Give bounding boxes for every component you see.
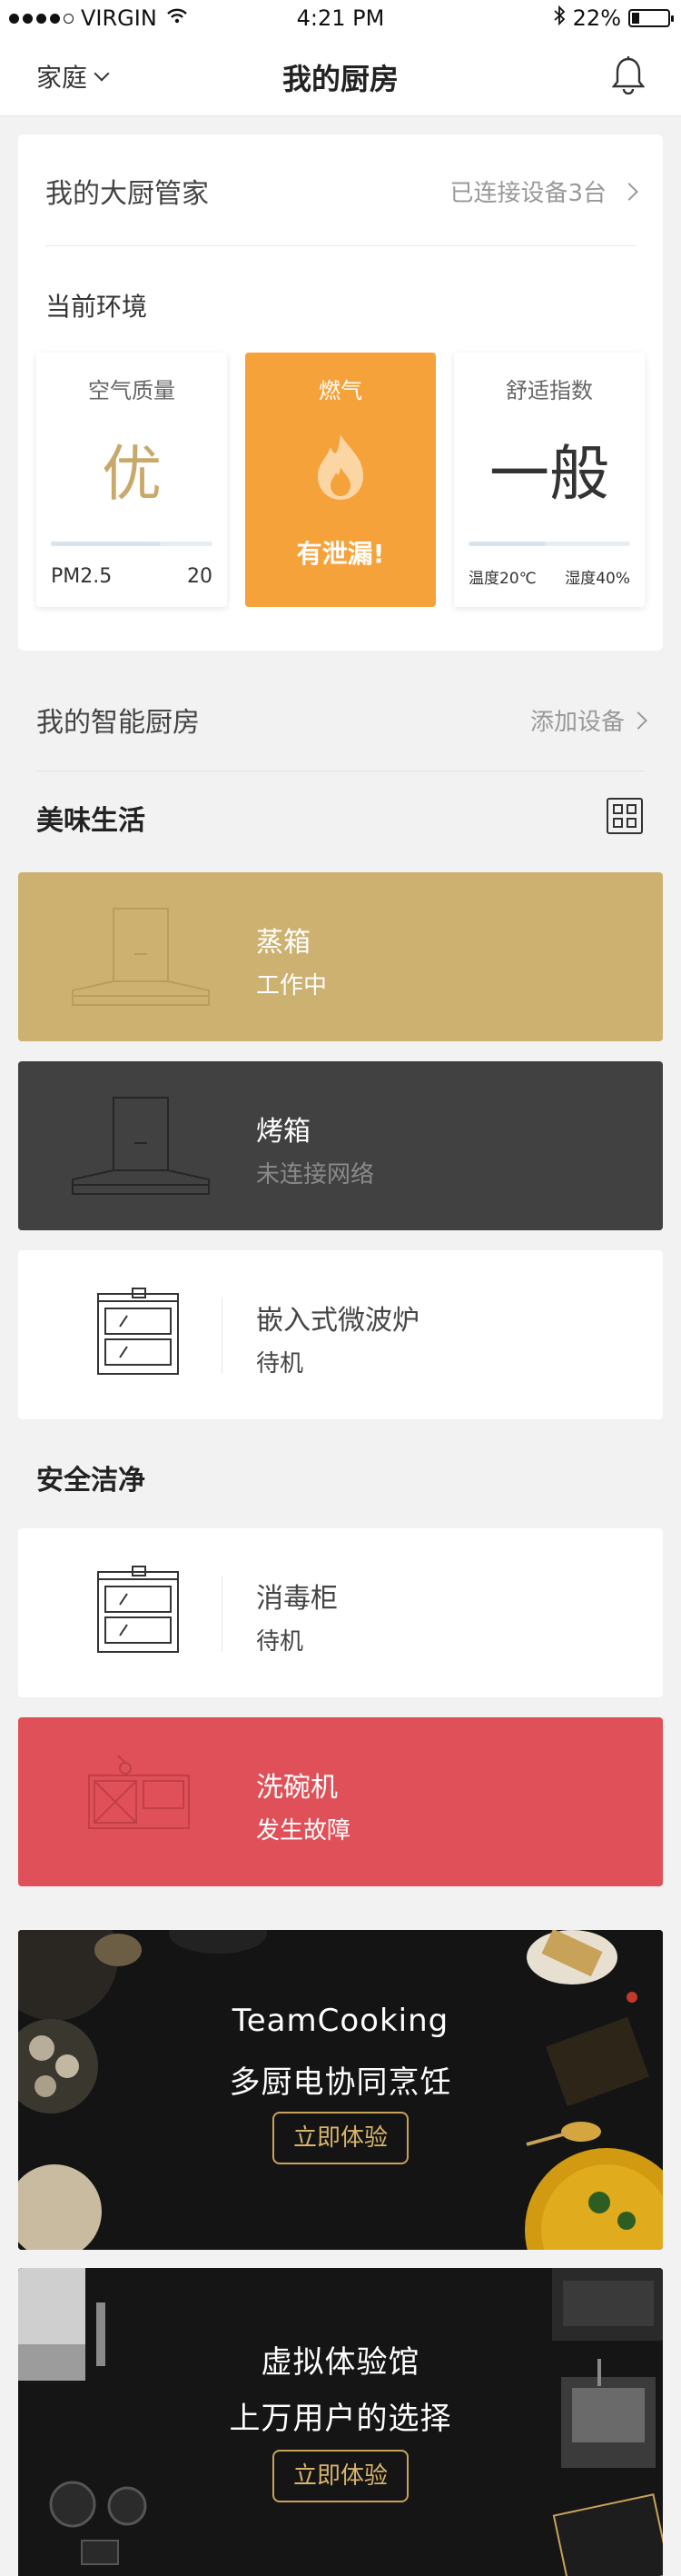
- bluetooth-icon: [553, 5, 566, 31]
- range-hood-icon: [64, 905, 218, 1010]
- battery-icon: [628, 9, 674, 27]
- device-name: 蒸箱: [256, 927, 311, 959]
- nav-bar: 家庭 我的厨房: [0, 36, 681, 116]
- air-quality-card[interactable]: 空气质量 优 PM2.5 20: [36, 353, 227, 607]
- device-card-sterilizer[interactable]: 消毒柜 待机: [18, 1528, 663, 1697]
- gas-label: 燃气: [319, 378, 362, 403]
- butler-card: 我的大厨管家 已连接设备3台 当前环境 空气质量 优 PM2.5 20 燃气 有…: [18, 134, 663, 651]
- banner-teamcooking[interactable]: TeamCooking 多厨电协同烹饪 立即体验: [18, 1930, 663, 2250]
- cabinet-icon: [64, 1283, 218, 1388]
- gas-status: 有泄漏!: [296, 539, 385, 569]
- device-status: 发生故障: [256, 1817, 351, 1845]
- chevron-right-icon: [629, 711, 647, 730]
- cabinet-icon: [64, 1561, 218, 1666]
- flame-icon: [311, 431, 370, 503]
- air-quality-value: 优: [102, 439, 162, 509]
- device-card-microwave[interactable]: 嵌入式微波炉 待机: [18, 1250, 663, 1419]
- dishwasher-icon: [64, 1750, 218, 1855]
- device-card-dishwasher[interactable]: 洗碗机 发生故障: [18, 1717, 663, 1886]
- device-name: 烤箱: [256, 1116, 311, 1148]
- banner-line2: 上万用户的选择: [229, 2401, 452, 2437]
- pm25-label: PM2.5: [51, 565, 113, 588]
- page-title: 我的厨房: [281, 62, 399, 96]
- humidity-label: 湿度40%: [565, 570, 630, 588]
- range-hood-icon: [64, 1094, 218, 1199]
- banner-line1: 虚拟体验馆: [261, 2344, 420, 2381]
- device-status: 待机: [256, 1350, 304, 1378]
- butler-title: 我的大厨管家: [45, 178, 209, 210]
- air-quality-label: 空气质量: [88, 378, 175, 403]
- banner-virtual-showroom[interactable]: 虚拟体验馆 上万用户的选择 立即体验: [18, 2268, 663, 2576]
- device-name: 洗碗机: [256, 1772, 338, 1804]
- connected-devices[interactable]: 已连接设备3台: [449, 174, 638, 208]
- smart-kitchen-row: 我的智能厨房 添加设备: [36, 700, 647, 739]
- pm25-value: 20: [187, 565, 212, 588]
- battery-percent: 22%: [572, 5, 621, 31]
- try-now-button[interactable]: 立即体验: [272, 2112, 409, 2164]
- status-bar: VIRGIN 4:21 PM 22%: [0, 0, 681, 36]
- divider: [45, 245, 636, 246]
- environment-title: 当前环境: [45, 292, 148, 322]
- device-name: 消毒柜: [256, 1583, 338, 1615]
- add-device-label: 添加设备: [529, 709, 625, 736]
- comfort-value: 一般: [489, 439, 609, 509]
- smart-kitchen-title: 我的智能厨房: [36, 707, 200, 739]
- comfort-label: 舒适指数: [506, 378, 593, 403]
- add-device-button[interactable]: 添加设备: [529, 703, 647, 737]
- banner-line1: TeamCooking: [232, 2003, 449, 2039]
- banner-line2: 多厨电协同烹饪: [229, 2064, 452, 2101]
- grid-view-icon[interactable]: [607, 798, 643, 834]
- comfort-bar: [469, 542, 630, 546]
- try-now-button[interactable]: 立即体验: [272, 2450, 409, 2502]
- air-quality-bar: [51, 542, 212, 546]
- device-card-steamer[interactable]: 蒸箱 工作中: [18, 872, 663, 1041]
- connected-label: 已连接设备3台: [449, 180, 607, 207]
- gas-card[interactable]: 燃气 有泄漏!: [245, 353, 436, 607]
- air-quality-footer: PM2.5 20: [51, 565, 212, 588]
- section-title-safety: 安全洁净: [36, 1465, 145, 1497]
- device-card-oven[interactable]: 烤箱 未连接网络: [18, 1061, 663, 1230]
- device-status: 未连接网络: [256, 1161, 375, 1189]
- comfort-footer: 温度20℃ 湿度40%: [469, 565, 630, 588]
- device-status: 待机: [256, 1628, 304, 1656]
- comfort-card[interactable]: 舒适指数 一般 温度20℃ 湿度40%: [454, 353, 645, 607]
- temperature-label: 温度20℃: [469, 570, 537, 588]
- device-status: 工作中: [256, 972, 328, 1000]
- section-title-delicious: 美味生活: [36, 805, 145, 837]
- butler-row[interactable]: 我的大厨管家 已连接设备3台: [45, 171, 638, 210]
- chevron-right-icon: [620, 182, 638, 201]
- status-right: 22%: [553, 5, 674, 31]
- device-name: 嵌入式微波炉: [256, 1305, 419, 1337]
- bell-icon[interactable]: [611, 56, 646, 95]
